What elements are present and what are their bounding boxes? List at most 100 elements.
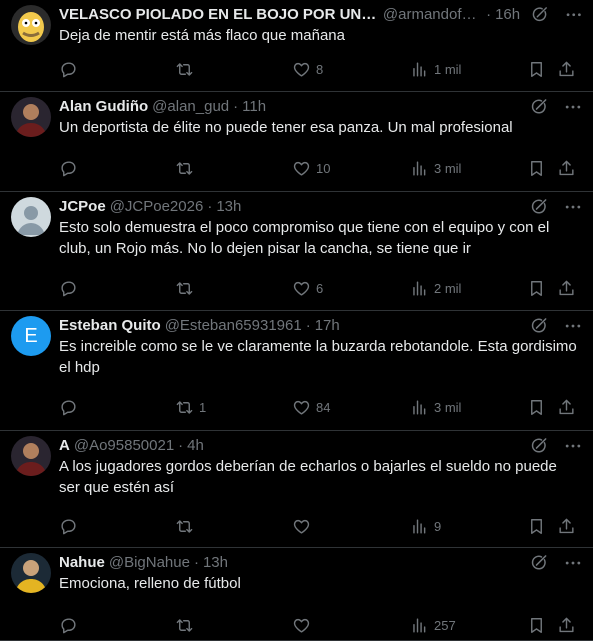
- display-name[interactable]: Nahue: [59, 553, 105, 573]
- share-button[interactable]: [557, 396, 576, 418]
- tweet[interactable]: JCPoe @JCPoe2026 · 13h Esto solo demuestra e…: [0, 192, 593, 311]
- reply-button[interactable]: [59, 614, 83, 636]
- grok-icon[interactable]: [529, 316, 549, 336]
- more-icon[interactable]: [564, 5, 583, 25]
- tweet-header: A @Ao95850021 · 4h: [59, 435, 583, 457]
- avatar[interactable]: [11, 197, 51, 237]
- retweet-button[interactable]: 1: [175, 396, 206, 418]
- more-icon[interactable]: [563, 436, 583, 456]
- grok-icon[interactable]: [529, 197, 549, 217]
- retweet-button[interactable]: [175, 515, 199, 537]
- reply-button[interactable]: [59, 277, 83, 299]
- display-name[interactable]: Alan Gudiño: [59, 97, 148, 117]
- display-name[interactable]: JCPoe: [59, 197, 106, 217]
- like-button[interactable]: 84: [292, 396, 330, 418]
- share-icon: [557, 60, 576, 79]
- views-icon: [410, 517, 429, 536]
- bookmark-button[interactable]: [527, 515, 546, 537]
- display-name[interactable]: A: [59, 436, 70, 456]
- timestamp[interactable]: 4h: [187, 436, 204, 456]
- username[interactable]: @alan_gud: [152, 97, 229, 117]
- timestamp[interactable]: 11h: [242, 97, 266, 117]
- grok-icon[interactable]: [529, 97, 549, 117]
- bookmark-button[interactable]: [527, 277, 546, 299]
- timestamp[interactable]: 17h: [315, 316, 340, 336]
- more-icon[interactable]: [563, 316, 583, 336]
- bookmark-icon: [527, 616, 546, 635]
- retweet-button[interactable]: [175, 157, 199, 179]
- share-button[interactable]: [557, 157, 576, 179]
- share-button[interactable]: [557, 277, 576, 299]
- timestamp[interactable]: 13h: [203, 553, 228, 573]
- share-button[interactable]: [557, 614, 576, 636]
- reply-button[interactable]: [59, 515, 83, 537]
- retweet-count: 1: [199, 399, 207, 415]
- grok-icon[interactable]: [529, 436, 549, 456]
- reply-button[interactable]: [59, 157, 83, 179]
- reply-button[interactable]: [59, 58, 83, 80]
- views-button[interactable]: 3 mil: [410, 396, 461, 418]
- reply-button[interactable]: [59, 396, 83, 418]
- views-button[interactable]: 257: [410, 614, 456, 636]
- views-icon: [410, 398, 429, 417]
- more-icon[interactable]: [563, 97, 583, 117]
- bookmark-button[interactable]: [527, 58, 546, 80]
- tweet-header: Nahue @BigNahue · 13h: [59, 552, 583, 574]
- like-count: 8: [316, 61, 324, 77]
- tweet[interactable]: E Esteban Quito @Esteban65931961 · 17h Es inc…: [0, 311, 593, 431]
- username[interactable]: @armandofa…: [383, 5, 482, 25]
- tweet[interactable]: VELASCO PIOLADO EN EL BOJO POR UNO… @arma…: [0, 0, 593, 92]
- like-count: 84: [316, 399, 331, 415]
- retweet-icon: [175, 398, 194, 417]
- views-icon: [410, 159, 429, 178]
- like-button[interactable]: [292, 515, 316, 537]
- like-button[interactable]: 10: [292, 157, 330, 179]
- username[interactable]: @BigNahue: [109, 553, 190, 573]
- tweet[interactable]: Alan Gudiño @alan_gud · 11h Un deportista de…: [0, 92, 593, 192]
- like-button[interactable]: 6: [292, 277, 323, 299]
- more-icon[interactable]: [563, 197, 583, 217]
- more-icon[interactable]: [563, 553, 583, 573]
- views-button[interactable]: 9: [410, 515, 441, 537]
- grok-icon[interactable]: [529, 553, 549, 573]
- avatar[interactable]: [11, 5, 51, 45]
- views-button[interactable]: 2 mil: [410, 277, 461, 299]
- bookmark-icon: [527, 398, 546, 417]
- bookmark-button[interactable]: [527, 396, 546, 418]
- tweet[interactable]: A @Ao95850021 · 4h A los jugadores gordos de…: [0, 431, 593, 548]
- retweet-button[interactable]: [175, 277, 199, 299]
- share-button[interactable]: [557, 515, 576, 537]
- views-button[interactable]: 1 mil: [410, 58, 461, 80]
- like-icon: [292, 616, 311, 635]
- retweet-icon: [175, 159, 194, 178]
- avatar[interactable]: [11, 97, 51, 137]
- avatar[interactable]: [11, 436, 51, 476]
- username[interactable]: @Ao95850021: [74, 436, 174, 456]
- share-icon: [557, 279, 576, 298]
- views-count: 3 mil: [434, 160, 462, 176]
- avatar[interactable]: E: [11, 316, 51, 356]
- username[interactable]: @Esteban65931961: [165, 316, 302, 336]
- avatar[interactable]: [11, 553, 51, 593]
- share-button[interactable]: [557, 58, 576, 80]
- username[interactable]: @JCPoe2026: [110, 197, 204, 217]
- share-icon: [557, 398, 576, 417]
- like-button[interactable]: [292, 614, 316, 636]
- display-name[interactable]: Esteban Quito: [59, 316, 161, 336]
- tweet-actions: 257: [0, 614, 593, 636]
- retweet-button[interactable]: [175, 58, 199, 80]
- timestamp[interactable]: 16h: [495, 5, 520, 25]
- grok-icon[interactable]: [530, 5, 549, 25]
- bookmark-button[interactable]: [527, 157, 546, 179]
- avatar-letter: E: [11, 316, 51, 356]
- bookmark-button[interactable]: [527, 614, 546, 636]
- timestamp[interactable]: 13h: [216, 197, 241, 217]
- tweet-actions: 10 3 mil: [0, 157, 593, 179]
- retweet-button[interactable]: [175, 614, 199, 636]
- display-name[interactable]: VELASCO PIOLADO EN EL BOJO POR UNO…: [59, 5, 379, 25]
- views-icon: [410, 279, 429, 298]
- tweet[interactable]: Nahue @BigNahue · 13h Emociona, relleno de f…: [0, 548, 593, 641]
- retweet-icon: [175, 279, 194, 298]
- like-button[interactable]: 8: [292, 58, 323, 80]
- views-button[interactable]: 3 mil: [410, 157, 461, 179]
